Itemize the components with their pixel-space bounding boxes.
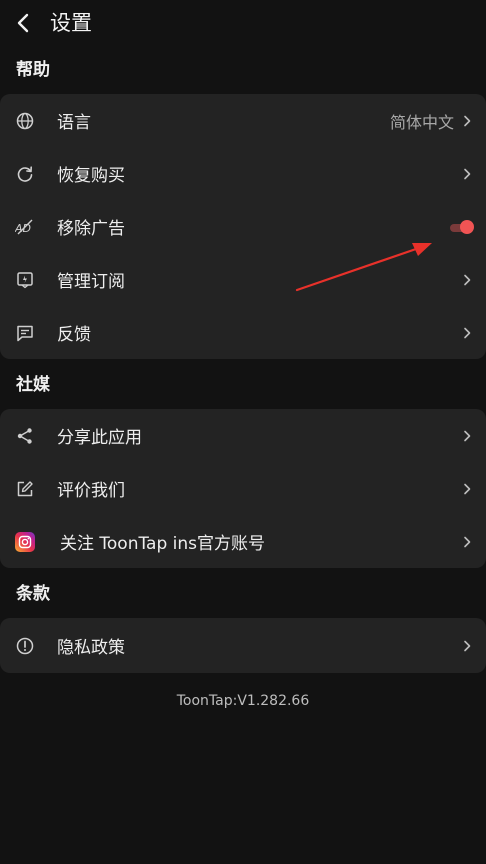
settings-row-privacy-policy[interactable]: 隐私政策 [0, 618, 486, 673]
chevron-right-icon [462, 429, 472, 443]
help-card: 语言 简体中文 恢复购买 AD 移除广告 [0, 94, 486, 359]
row-label: 隐私政策 [57, 638, 125, 658]
page-title: 设置 [50, 11, 92, 35]
chevron-right-icon [462, 326, 472, 340]
chevron-right-icon [462, 639, 472, 653]
settings-row-remove-ads: AD 移除广告 [0, 200, 486, 253]
back-button[interactable] [12, 10, 34, 36]
settings-row-rate-us[interactable]: 评价我们 [0, 462, 486, 515]
row-label: 反馈 [57, 325, 91, 345]
section-title-terms: 条款 [16, 584, 50, 604]
section-title-social: 社媒 [16, 375, 50, 395]
settings-row-language[interactable]: 语言 简体中文 [0, 94, 486, 147]
chevron-left-icon [17, 13, 29, 33]
chevron-right-icon [462, 114, 472, 128]
row-label: 移除广告 [57, 219, 125, 239]
social-card: 分享此应用 评价我们 关注 ToonTap ins官方账号 [0, 409, 486, 568]
refresh-icon [15, 164, 35, 184]
info-circle-icon [15, 636, 35, 656]
section-title-help: 帮助 [16, 60, 50, 80]
settings-row-share-app[interactable]: 分享此应用 [0, 409, 486, 462]
no-ads-icon: AD [15, 217, 35, 237]
toggle-knob [460, 219, 474, 234]
share-icon [15, 426, 35, 446]
row-label: 评价我们 [57, 481, 125, 501]
subscription-icon [15, 270, 35, 290]
top-bar: 设置 [0, 0, 486, 46]
globe-icon [15, 111, 35, 131]
row-label: 恢复购买 [57, 166, 125, 186]
chevron-right-icon [462, 167, 472, 181]
terms-card: 隐私政策 [0, 618, 486, 673]
chevron-right-icon [462, 273, 472, 287]
app-version: ToonTap:V1.282.66 [176, 693, 310, 709]
settings-row-restore-purchase[interactable]: 恢复购买 [0, 147, 486, 200]
row-label: 管理订阅 [57, 272, 125, 292]
settings-row-manage-subscription[interactable]: 管理订阅 [0, 253, 486, 306]
edit-icon [15, 479, 35, 499]
language-value: 简体中文 [389, 112, 454, 132]
settings-row-feedback[interactable]: 反馈 [0, 306, 486, 359]
remove-ads-toggle[interactable] [450, 219, 474, 234]
row-label: 语言 [57, 113, 91, 133]
chevron-right-icon [462, 482, 472, 496]
row-label: 关注 ToonTap ins官方账号 [60, 534, 266, 554]
chevron-right-icon [462, 535, 472, 549]
row-label: 分享此应用 [57, 428, 142, 448]
feedback-icon [15, 323, 35, 343]
settings-row-follow-instagram[interactable]: 关注 ToonTap ins官方账号 [0, 515, 486, 568]
instagram-icon [15, 531, 35, 552]
